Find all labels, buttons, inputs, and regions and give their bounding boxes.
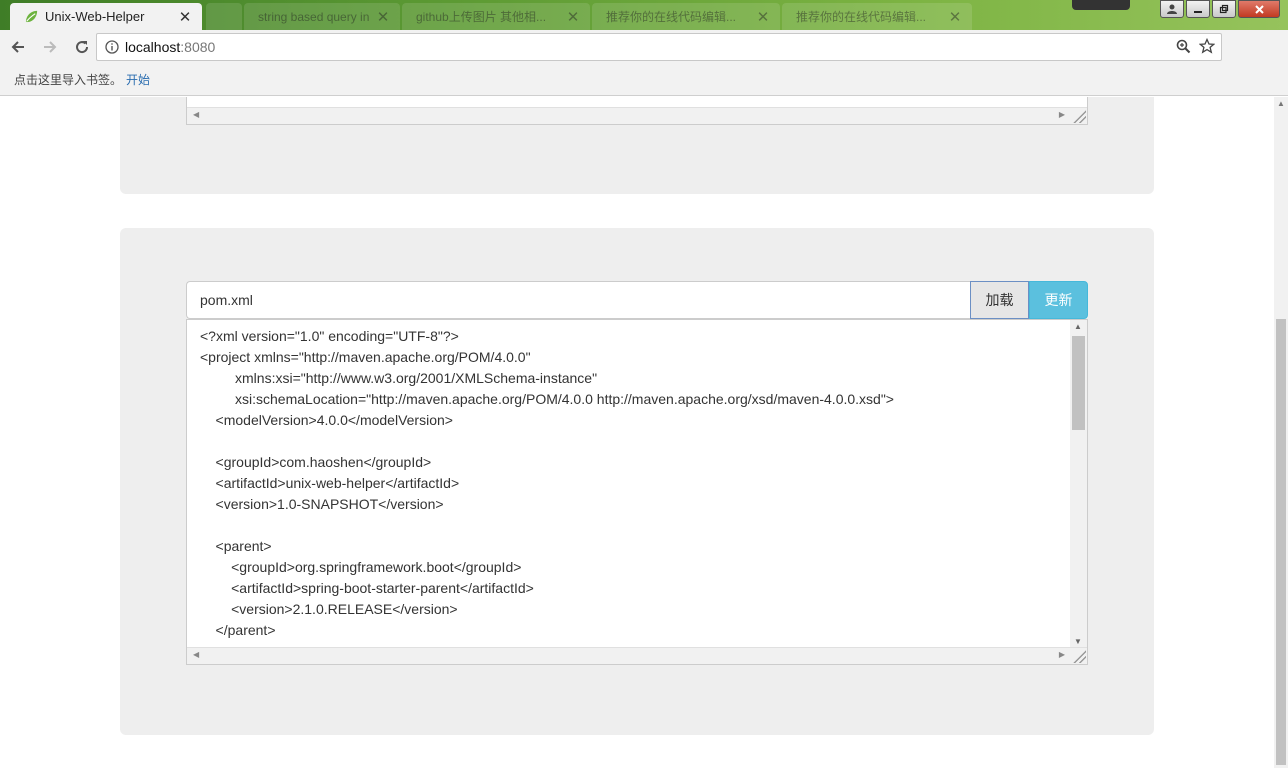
zoom-icon[interactable] [1176, 39, 1191, 54]
code-content: <?xml version="1.0" encoding="UTF-8"?> <p… [200, 326, 1069, 641]
vertical-scrollbar[interactable]: ▲ ▼ [1070, 320, 1087, 648]
panel-top: ◀ ▶ [120, 97, 1154, 194]
close-icon[interactable]: ✕ [948, 8, 962, 26]
scroll-right-icon[interactable]: ▶ [1059, 110, 1065, 119]
page-scrollbar-thumb[interactable] [1276, 319, 1286, 765]
code-line: <parent> [200, 538, 272, 554]
tab-title: Unix-Web-Helper [45, 9, 145, 24]
close-icon[interactable]: ✕ [376, 8, 390, 26]
address-port: :8080 [180, 39, 216, 55]
restore-icon[interactable] [1212, 0, 1236, 18]
window-close-icon[interactable] [1238, 0, 1280, 18]
bookmarks-start-link[interactable]: 开始 [126, 71, 150, 88]
panel-file-editor: 加载 更新 <?xml version="1.0" encoding="UTF-… [120, 228, 1154, 735]
horizontal-scrollbar[interactable]: ◀ ▶ [187, 107, 1087, 124]
code-textarea[interactable]: <?xml version="1.0" encoding="UTF-8"?> <p… [186, 319, 1088, 665]
code-line: xmlns:xsi="http://www.w3.org/2001/XMLSch… [200, 370, 598, 386]
browser-titlebar: Unix-Web-Helper ✕ string based query in.… [0, 0, 1288, 30]
code-line: <project xmlns="http://maven.apache.org/… [200, 349, 531, 365]
tab-inactive-3[interactable]: 推荐你的在线代码编辑... ✕ [592, 3, 780, 30]
resize-handle-icon[interactable] [1072, 109, 1086, 123]
back-icon[interactable] [4, 33, 32, 61]
address-host: localhost [125, 39, 181, 55]
scroll-down-icon[interactable]: ▼ [1074, 637, 1082, 646]
scroll-left-icon[interactable]: ◀ [193, 650, 199, 659]
tab-title: 推荐你的在线代码编辑... [606, 10, 737, 24]
code-line: <?xml version="1.0" encoding="UTF-8"?> [200, 328, 459, 344]
star-icon[interactable] [1199, 38, 1215, 54]
tab-inactive-1[interactable]: string based query in... ✕ [244, 3, 400, 30]
tab-inactive-2[interactable]: github上传图片 其他相... ✕ [402, 3, 590, 30]
filename-input[interactable] [186, 281, 970, 319]
close-icon[interactable]: ✕ [756, 8, 770, 26]
update-button[interactable]: 更新 [1029, 281, 1088, 319]
code-line: <version>1.0-SNAPSHOT</version> [200, 496, 444, 512]
load-button[interactable]: 加载 [970, 281, 1029, 319]
code-line: <artifactId>spring-boot-starter-parent</… [200, 580, 534, 596]
code-line: <groupId>org.springframework.boot</group… [200, 559, 522, 575]
file-input-group: 加载 更新 [186, 281, 1088, 319]
close-icon[interactable]: ✕ [566, 8, 580, 26]
address-bar[interactable]: localhost:8080 [96, 33, 1222, 61]
forward-icon[interactable] [36, 33, 64, 61]
tab-unix-web-helper[interactable]: Unix-Web-Helper ✕ [10, 3, 202, 30]
new-tab-button[interactable] [206, 3, 242, 30]
resize-handle-icon[interactable] [1072, 649, 1086, 663]
browser-toolbar: localhost:8080 译 [0, 30, 1288, 85]
code-line: <artifactId>unix-web-helper</artifactId> [200, 475, 460, 491]
scrollbar-thumb[interactable] [1072, 336, 1085, 430]
tab-inactive-4[interactable]: 推荐你的在线代码编辑... ✕ [782, 3, 972, 30]
code-line: </parent> [200, 622, 276, 638]
code-line: <modelVersion>4.0.0</modelVersion> [200, 412, 453, 428]
user-icon[interactable] [1160, 0, 1184, 18]
code-line: <groupId>com.haoshen</groupId> [200, 454, 432, 470]
window-controls [1160, 0, 1280, 18]
close-icon[interactable]: ✕ [178, 8, 192, 26]
spring-leaf-icon [25, 10, 38, 23]
page-viewport: ◀ ▶ 加载 更新 <?xml version="1.0" encoding="… [0, 97, 1288, 768]
scroll-up-icon[interactable]: ▲ [1277, 99, 1285, 108]
tab-title: string based query in... [258, 9, 370, 24]
info-icon[interactable] [105, 40, 119, 54]
tab-title: 推荐你的在线代码编辑... [796, 10, 927, 24]
horizontal-scrollbar[interactable]: ◀ ▶ [187, 647, 1087, 664]
bookmarks-hint: 点击这里导入书签。 [14, 73, 123, 87]
minimize-icon[interactable] [1186, 0, 1210, 18]
code-line: xsi:schemaLocation="http://maven.apache.… [200, 391, 894, 407]
scroll-up-icon[interactable]: ▲ [1074, 322, 1082, 331]
scroll-left-icon[interactable]: ◀ [193, 110, 199, 119]
reload-icon[interactable] [68, 33, 96, 61]
textarea-top-fragment[interactable]: ◀ ▶ [186, 97, 1088, 125]
network-meter [1072, 0, 1130, 10]
scroll-right-icon[interactable]: ▶ [1059, 650, 1065, 659]
bookmarks-bar: 点击这里导入书签。 开始 [0, 64, 1288, 96]
tab-title: github上传图片 其他相... [416, 10, 547, 24]
code-line: <version>2.1.0.RELEASE</version> [200, 601, 458, 617]
page-scrollbar[interactable]: ▲ [1274, 97, 1288, 768]
